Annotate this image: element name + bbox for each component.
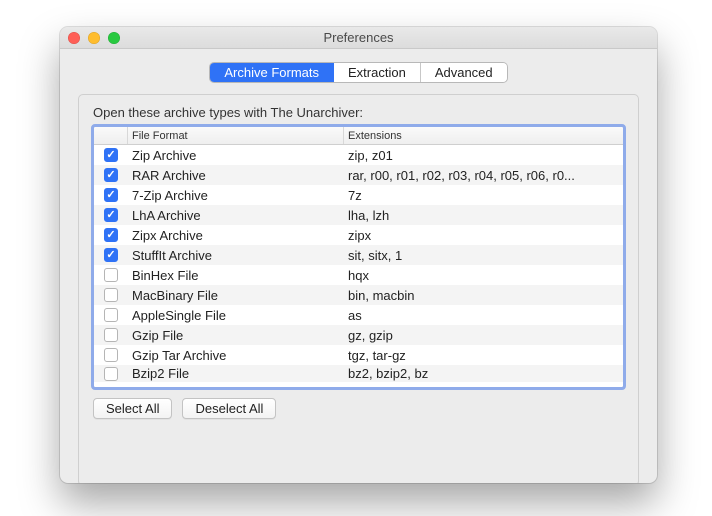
window-title: Preferences xyxy=(60,30,657,45)
cell-format: AppleSingle File xyxy=(128,308,344,323)
zoom-icon[interactable] xyxy=(108,32,120,44)
tab-extraction[interactable]: Extraction xyxy=(334,63,421,82)
tab-bar: Archive Formats Extraction Advanced xyxy=(60,63,657,82)
select-all-button[interactable]: Select All xyxy=(93,398,172,419)
row-checkbox[interactable] xyxy=(104,288,118,302)
cell-checkbox xyxy=(94,148,128,162)
cell-checkbox xyxy=(94,228,128,242)
cell-checkbox xyxy=(94,188,128,202)
cell-checkbox xyxy=(94,248,128,262)
cell-format: Gzip Tar Archive xyxy=(128,348,344,363)
group-label: Open these archive types with The Unarch… xyxy=(93,105,624,120)
table-row[interactable]: Bzip2 Filebz2, bzip2, bz xyxy=(94,365,623,382)
preferences-window: Preferences Archive Formats Extraction A… xyxy=(60,27,657,483)
col-file-format[interactable]: File Format xyxy=(128,127,344,144)
cell-checkbox xyxy=(94,168,128,182)
cell-extensions: rar, r00, r01, r02, r03, r04, r05, r06, … xyxy=(344,168,623,183)
cell-checkbox xyxy=(94,208,128,222)
table-row[interactable]: Zipx Archivezipx xyxy=(94,225,623,245)
formats-table[interactable]: File Format Extensions Zip Archivezip, z… xyxy=(93,126,624,388)
deselect-all-button[interactable]: Deselect All xyxy=(182,398,276,419)
row-checkbox[interactable] xyxy=(104,348,118,362)
row-checkbox[interactable] xyxy=(104,148,118,162)
table-row[interactable]: Gzip Filegz, gzip xyxy=(94,325,623,345)
cell-format: 7-Zip Archive xyxy=(128,188,344,203)
row-checkbox[interactable] xyxy=(104,168,118,182)
cell-extensions: sit, sitx, 1 xyxy=(344,248,623,263)
cell-extensions: tgz, tar-gz xyxy=(344,348,623,363)
cell-extensions: gz, gzip xyxy=(344,328,623,343)
cell-checkbox xyxy=(94,288,128,302)
tab-archive-formats[interactable]: Archive Formats xyxy=(210,63,334,82)
cell-extensions: hqx xyxy=(344,268,623,283)
table-row[interactable]: AppleSingle Fileas xyxy=(94,305,623,325)
table-body: Zip Archivezip, z01RAR Archiverar, r00, … xyxy=(94,145,623,382)
cell-checkbox xyxy=(94,328,128,342)
cell-extensions: 7z xyxy=(344,188,623,203)
row-checkbox[interactable] xyxy=(104,367,118,381)
cell-extensions: zip, z01 xyxy=(344,148,623,163)
table-row[interactable]: BinHex Filehqx xyxy=(94,265,623,285)
table-row[interactable]: Gzip Tar Archivetgz, tar-gz xyxy=(94,345,623,365)
cell-format: Zipx Archive xyxy=(128,228,344,243)
cell-checkbox xyxy=(94,268,128,282)
cell-checkbox xyxy=(94,367,128,381)
row-checkbox[interactable] xyxy=(104,208,118,222)
table-header: File Format Extensions xyxy=(94,127,623,145)
row-checkbox[interactable] xyxy=(104,308,118,322)
titlebar: Preferences xyxy=(60,27,657,49)
cell-format: LhA Archive xyxy=(128,208,344,223)
table-row[interactable]: LhA Archivelha, lzh xyxy=(94,205,623,225)
cell-checkbox xyxy=(94,308,128,322)
tab-advanced[interactable]: Advanced xyxy=(421,63,507,82)
cell-extensions: zipx xyxy=(344,228,623,243)
minimize-icon[interactable] xyxy=(88,32,100,44)
window-controls xyxy=(68,32,120,44)
col-extensions[interactable]: Extensions xyxy=(344,127,623,144)
formats-group: Open these archive types with The Unarch… xyxy=(78,94,639,483)
button-row: Select All Deselect All xyxy=(93,398,624,419)
table-row[interactable]: StuffIt Archivesit, sitx, 1 xyxy=(94,245,623,265)
cell-extensions: bz2, bzip2, bz xyxy=(344,366,623,381)
table-row[interactable]: 7-Zip Archive7z xyxy=(94,185,623,205)
row-checkbox[interactable] xyxy=(104,248,118,262)
cell-extensions: as xyxy=(344,308,623,323)
cell-format: MacBinary File xyxy=(128,288,344,303)
cell-format: Zip Archive xyxy=(128,148,344,163)
cell-extensions: bin, macbin xyxy=(344,288,623,303)
table-row[interactable]: MacBinary Filebin, macbin xyxy=(94,285,623,305)
row-checkbox[interactable] xyxy=(104,328,118,342)
cell-format: BinHex File xyxy=(128,268,344,283)
cell-format: Bzip2 File xyxy=(128,366,344,381)
row-checkbox[interactable] xyxy=(104,268,118,282)
close-icon[interactable] xyxy=(68,32,80,44)
row-checkbox[interactable] xyxy=(104,228,118,242)
cell-format: RAR Archive xyxy=(128,168,344,183)
cell-checkbox xyxy=(94,348,128,362)
cell-format: Gzip File xyxy=(128,328,344,343)
table-row[interactable]: RAR Archiverar, r00, r01, r02, r03, r04,… xyxy=(94,165,623,185)
row-checkbox[interactable] xyxy=(104,188,118,202)
table-row[interactable]: Zip Archivezip, z01 xyxy=(94,145,623,165)
cell-extensions: lha, lzh xyxy=(344,208,623,223)
segmented-control: Archive Formats Extraction Advanced xyxy=(210,63,506,82)
col-checkbox xyxy=(94,127,128,144)
cell-format: StuffIt Archive xyxy=(128,248,344,263)
